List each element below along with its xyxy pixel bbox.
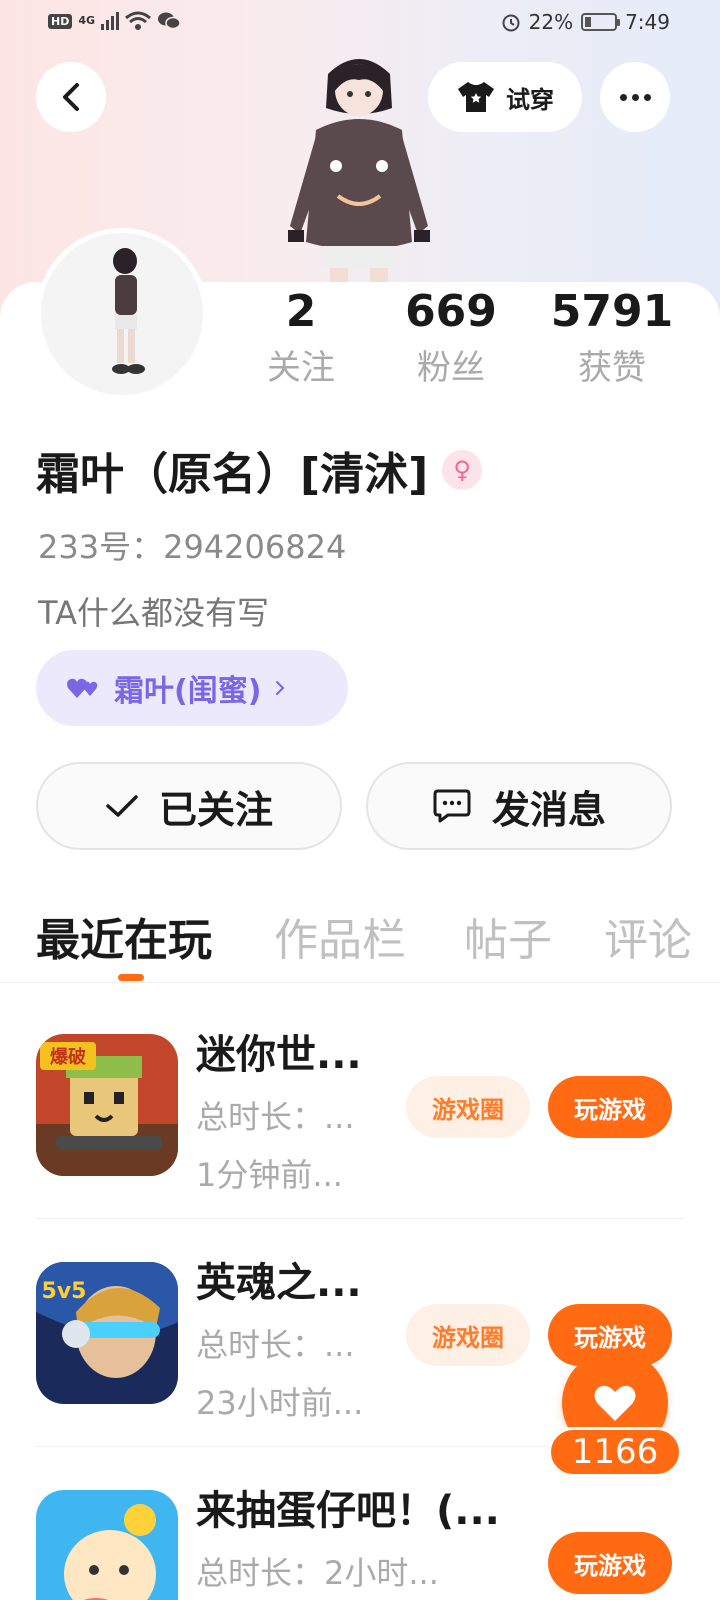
dot-icon [631, 93, 639, 101]
wechat-icon [158, 12, 181, 30]
try-on-label: 试穿 [506, 85, 554, 114]
game-badge: 爆破 [50, 1046, 86, 1068]
back-button[interactable] [36, 62, 106, 132]
active-tab-indicator [118, 974, 144, 981]
relation-tag-label: 霜叶(闺蜜) [114, 674, 262, 709]
tab-works[interactable]: 作品栏 [274, 904, 406, 968]
following-button-label: 已关注 [158, 787, 273, 832]
stat-label: 粉丝 [417, 348, 485, 388]
game-icon-mini-world[interactable]: 爆破 [36, 1034, 178, 1176]
game-last-played: 23小时前... [196, 1384, 364, 1422]
chevron-right-icon [276, 681, 285, 695]
username-row: 霜叶（原名）[清沭] ♀ [36, 438, 483, 502]
row-divider [36, 1218, 684, 1219]
status-bar: HD 4G 22% 7:49 [0, 0, 720, 48]
like-count[interactable]: 1166 [548, 1427, 682, 1477]
game-last-played: 1分钟前... [196, 1156, 343, 1194]
wifi-icon [125, 11, 151, 30]
alarm-icon [502, 14, 520, 32]
battery-fill [585, 17, 592, 27]
game-total-duration: 总时长：2小时... [196, 1554, 439, 1592]
try-on-button[interactable]: 试穿 [428, 62, 582, 132]
tab-posts[interactable]: 帖子 [464, 904, 552, 968]
battery-percent: 22% [528, 10, 574, 34]
status-right: 22% 7:49 [501, 10, 670, 34]
tab-recently-played[interactable]: 最近在玩 [36, 904, 212, 968]
game-icon-eggy-party[interactable] [36, 1490, 178, 1600]
dot-icon [643, 93, 651, 101]
female-gender-icon: ♀ [442, 450, 483, 490]
more-options-button[interactable] [600, 62, 670, 132]
network-type: 4G [78, 14, 96, 27]
username: 霜叶（原名）[清沭] [36, 449, 429, 500]
game-circle-button[interactable]: 游戏圈 [406, 1304, 530, 1366]
tab-divider [0, 982, 720, 983]
stat-label: 获赞 [578, 348, 646, 388]
send-message-button[interactable]: 发消息 [366, 762, 672, 850]
stat-value: 669 [405, 286, 497, 337]
game-name[interactable]: 来抽蛋仔吧！(... [196, 1478, 500, 1536]
stat-label: 关注 [267, 348, 335, 388]
status-left: HD 4G [48, 11, 181, 31]
game-name[interactable]: 迷你世... [196, 1022, 362, 1080]
tshirt-icon [458, 82, 494, 112]
user-bio: TA什么都没有写 [38, 594, 269, 632]
game-total-duration: 总时长：... [196, 1326, 355, 1364]
relation-tag[interactable]: 霜叶(闺蜜) [36, 650, 348, 726]
send-message-label: 发消息 [491, 787, 606, 832]
tab-comments[interactable]: 评论 [604, 904, 692, 968]
game-total-duration: 总时长：... [196, 1098, 355, 1136]
double-heart-icon [67, 678, 98, 698]
game-badge: 5v5 [42, 1279, 87, 1304]
avatar-character-image [112, 248, 145, 374]
user-id: 233号：294206824 [38, 528, 347, 566]
stat-following[interactable]: 2 关注 [226, 284, 376, 390]
dot-icon [619, 93, 627, 101]
stat-likes[interactable]: 5791 获赞 [537, 284, 687, 390]
stat-followers[interactable]: 669 粉丝 [376, 284, 526, 390]
checkmark-icon [106, 795, 138, 817]
play-game-button[interactable]: 玩游戏 [548, 1532, 672, 1594]
character-figure [288, 59, 430, 286]
following-button[interactable]: 已关注 [36, 762, 342, 850]
chat-bubble-icon [433, 789, 471, 823]
game-name[interactable]: 英魂之... [196, 1250, 362, 1308]
game-icon-heroes-soul[interactable]: 5v5 [36, 1262, 178, 1404]
stat-value: 2 [285, 286, 317, 337]
game-circle-button[interactable]: 游戏圈 [406, 1076, 530, 1138]
signal-icon [101, 12, 120, 30]
stat-value: 5791 [550, 286, 674, 337]
clock: 7:49 [625, 10, 670, 34]
battery-icon [581, 13, 621, 31]
hd-icon: HD [48, 13, 73, 29]
avatar[interactable] [36, 228, 208, 400]
heart-icon [594, 1385, 636, 1421]
chevron-left-icon [63, 83, 79, 111]
play-game-button[interactable]: 玩游戏 [548, 1076, 672, 1138]
